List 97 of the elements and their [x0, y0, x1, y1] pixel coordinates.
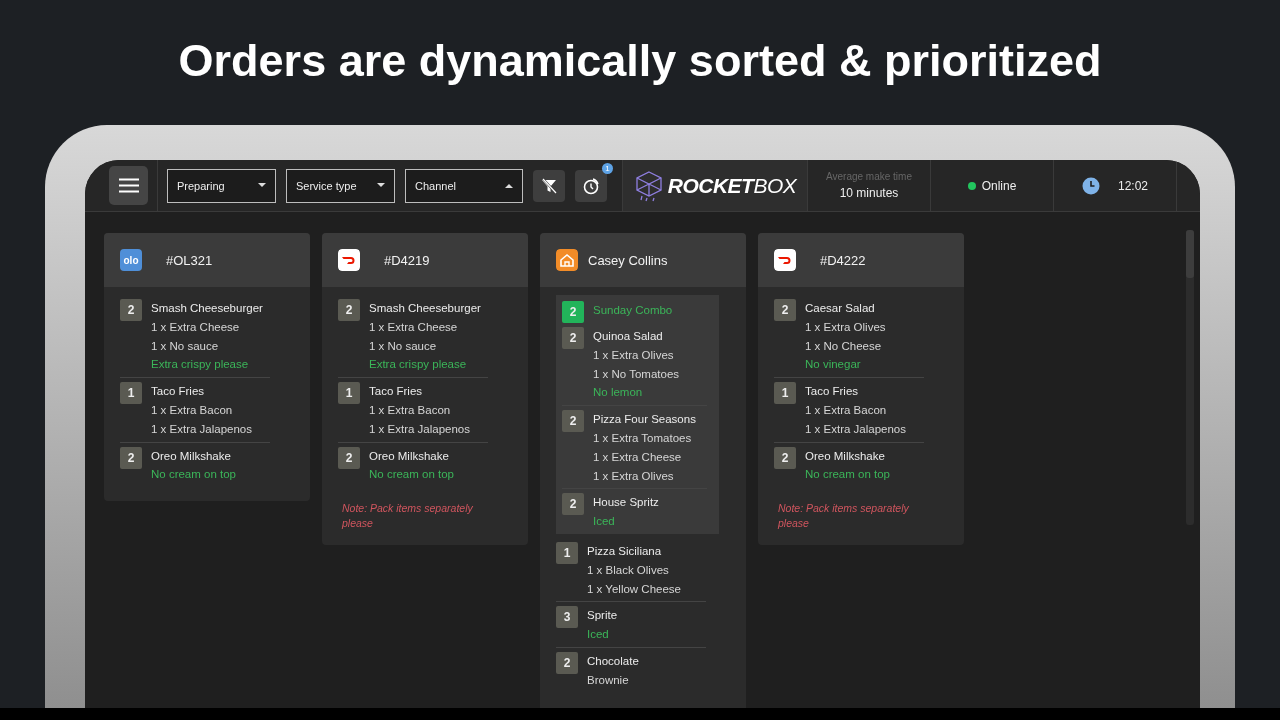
item-modifier: 1 x Extra Cheese: [369, 319, 459, 335]
scrollbar[interactable]: [1186, 230, 1194, 525]
item-note: No vinegar: [805, 357, 862, 373]
item-name: Smash Cheeseburger: [369, 301, 481, 316]
order-title: #OL321: [166, 252, 213, 268]
order-title: Casey Collins: [588, 252, 668, 268]
clock-icon: [1082, 176, 1100, 195]
house-icon: [556, 249, 578, 271]
item-modifier: 1 x Extra Olives: [593, 468, 675, 484]
item-name: House Spritz: [593, 495, 659, 511]
item-note: Extra crispy please: [151, 357, 250, 373]
item-modifier: 1 x No Cheese: [805, 338, 883, 354]
quantity-badge: 2: [338, 299, 360, 321]
order-note: Note: Pack items separately please: [778, 501, 910, 532]
quantity-badge: 3: [556, 606, 578, 629]
quantity-badge: 2: [774, 299, 796, 321]
quantity-badge: 2: [120, 299, 142, 321]
item-modifier: Brownie: [587, 672, 630, 688]
combo-name: Sunday Combo: [593, 303, 673, 318]
item-name: Quinoa Salad: [593, 329, 664, 344]
quantity-badge: 1: [556, 541, 578, 564]
item-modifier: 1 x Extra Tomatoes: [593, 431, 693, 446]
item-name: Pizza Siciliana: [587, 543, 663, 559]
caret-icon: [258, 183, 266, 188]
quantity-badge: 2: [562, 327, 584, 349]
logo-wordmark: ROCKETBOX: [667, 173, 797, 198]
item-modifier: 1 x Extra Olives: [805, 319, 886, 335]
item-note: Extra crispy please: [369, 357, 468, 373]
timer-button[interactable]: [575, 169, 607, 202]
order-card[interactable]: #D4222 2 Caesar Salad 1 x Extra Olives 1 x No Cheese No vinegar 1 Taco Fries 1 x Extra Bacon 1 x Extra Jalapenos 2 Oreo Milkshake No cream on top Note: Pack items separately please: [758, 233, 964, 546]
item-modifier: 1 x Black Olives: [587, 562, 670, 578]
quantity-badge: 1: [338, 382, 360, 405]
item-note: No cream on top: [151, 467, 236, 483]
channel-icon: olo: [120, 249, 142, 271]
item-name: Caesar Salad: [805, 301, 876, 316]
item-note: Iced: [593, 514, 616, 530]
item-name: Taco Fries: [805, 384, 860, 400]
item-note: No cream on top: [805, 467, 890, 483]
item-modifier: 1 x Extra Bacon: [805, 403, 888, 418]
filter-off-icon: [541, 177, 557, 194]
quantity-badge: 2: [562, 410, 584, 433]
item-modifier: 1 x Extra Olives: [593, 347, 675, 363]
order-card[interactable]: olo #OL321 2 Smash Cheeseburger 1 x Extra Cheese 1 x No sauce Extra crispy please 1 Taco Fries 1 x Extra Bacon 1 x Extra Jalapenos 2 Oreo Milkshake No cream on top: [104, 233, 310, 502]
quantity-badge: 2: [562, 301, 584, 323]
filter-dropdown[interactable]: Channel: [405, 168, 523, 203]
item-modifier: 1 x Extra Cheese: [593, 449, 683, 465]
caret-icon: [377, 183, 385, 188]
item-name: Taco Fries: [151, 384, 206, 400]
order-card[interactable]: [540, 233, 746, 708]
clock-time: 12:02: [1118, 178, 1148, 193]
swoosh-icon: [338, 249, 360, 271]
swoosh-icon: [774, 249, 796, 271]
quantity-badge: 2: [556, 651, 578, 674]
order-title: #D4222: [820, 252, 866, 268]
make-time-label: Average make time: [826, 171, 912, 182]
item-name: Smash Cheeseburger: [151, 301, 263, 316]
item-name: Oreo Milkshake: [369, 448, 450, 464]
filter-dropdown[interactable]: Service type: [286, 168, 395, 203]
count-badge: 1: [602, 162, 613, 174]
quantity-badge: 2: [338, 446, 360, 469]
order-note: Note: Pack items separately please: [342, 501, 474, 532]
item-name: Pizza Four Seasons: [593, 412, 696, 428]
timer-icon: [582, 176, 600, 195]
item-name: Oreo Milkshake: [151, 448, 232, 464]
status-label: Online: [981, 178, 1017, 193]
quantity-badge: 2: [562, 493, 584, 516]
item-note: No lemon: [593, 385, 644, 401]
item-modifier: 1 x Extra Jalapenos: [151, 421, 252, 437]
item-name: Chocolate: [587, 653, 639, 669]
item-note: Iced: [587, 627, 610, 643]
item-name: Taco Fries: [369, 384, 424, 400]
item-name: Oreo Milkshake: [805, 448, 886, 464]
item-name: Sprite: [587, 608, 618, 624]
quantity-badge: 2: [120, 446, 142, 469]
order-title: #D4219: [384, 252, 430, 268]
quantity-badge: 1: [774, 382, 796, 405]
filter-off-button[interactable]: [533, 169, 565, 202]
item-modifier: 1 x Extra Jalapenos: [805, 421, 906, 437]
headline: Orders are dynamically sorted & prioritized: [178, 34, 1102, 87]
filter-dropdown[interactable]: Preparing: [167, 168, 276, 203]
make-time-value: 10 minutes: [839, 186, 899, 200]
caret-icon: [505, 183, 513, 188]
item-modifier: 1 x Extra Bacon: [151, 403, 234, 418]
item-modifier: 1 x No sauce: [369, 338, 438, 354]
quantity-badge: 2: [774, 446, 796, 469]
item-modifier: 1 x Yellow Cheese: [587, 581, 681, 597]
order-card[interactable]: #D4219 2 Smash Cheeseburger 1 x Extra Cheese 1 x No sauce Extra crispy please 1 Taco Fries 1 x Extra Bacon 1 x Extra Jalapenos 2 Oreo Milkshake No cream on top Note: Pack items separately please: [322, 233, 528, 546]
item-modifier: 1 x Extra Jalapenos: [369, 421, 470, 437]
item-modifier: 1 x Extra Cheese: [151, 319, 241, 335]
item-modifier: 1 x Extra Bacon: [369, 403, 452, 418]
item-note: No cream on top: [369, 467, 454, 483]
item-modifier: 1 x No sauce: [151, 338, 220, 354]
quantity-badge: 1: [120, 382, 142, 405]
cube-logo-icon: [633, 169, 664, 202]
item-modifier: 1 x No Tomatoes: [593, 366, 680, 382]
menu-button[interactable]: [109, 166, 148, 205]
menu-icon: [118, 178, 139, 193]
